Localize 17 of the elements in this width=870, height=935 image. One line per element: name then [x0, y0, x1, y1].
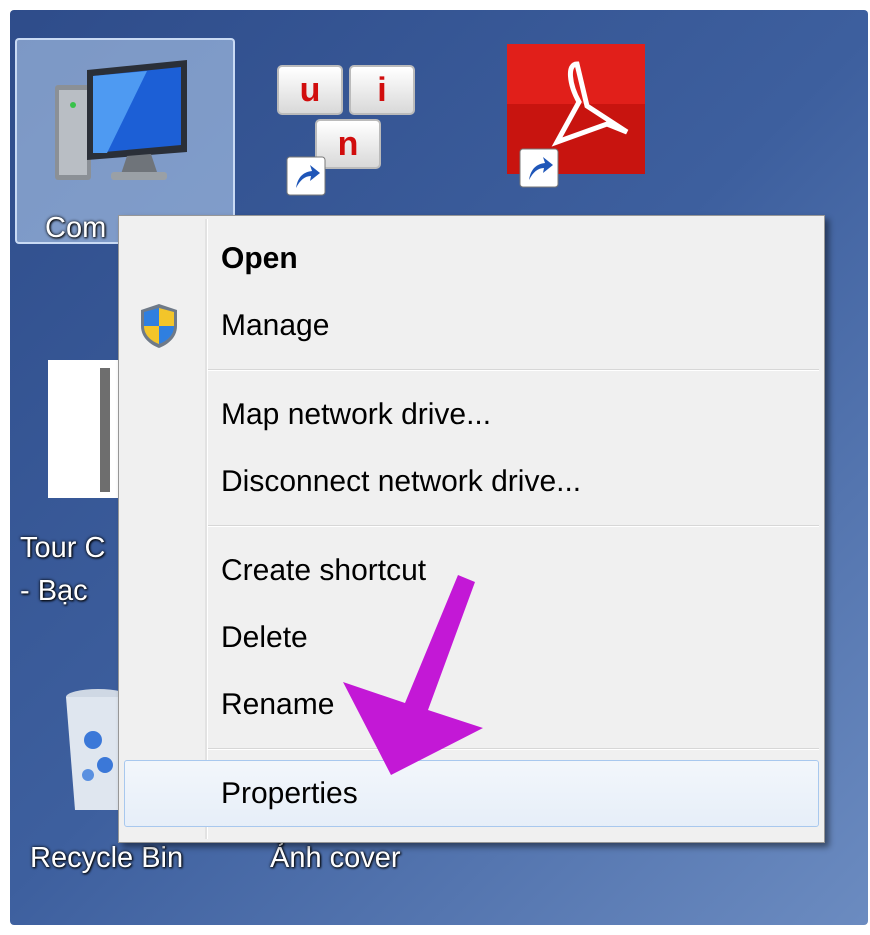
menu-item[interactable]: Map network drive...: [124, 381, 819, 448]
key-letter: u: [277, 65, 343, 115]
icon-label: Tour C: [20, 531, 106, 566]
menu-item[interactable]: Manage: [124, 292, 819, 359]
menu-item[interactable]: Delete: [124, 604, 819, 671]
document-thumbnail-icon[interactable]: [48, 360, 118, 500]
keyboard-keys-icon[interactable]: u i n: [277, 65, 422, 185]
menu-item[interactable]: Create shortcut: [124, 537, 819, 604]
menu-item[interactable]: Properties: [124, 760, 819, 827]
menu-item[interactable]: Disconnect network drive...: [124, 448, 819, 515]
key-letter: n: [315, 119, 381, 169]
icon-label: - Bạc: [20, 574, 88, 609]
icon-label: Com: [45, 211, 106, 246]
menu-item[interactable]: Rename: [124, 671, 819, 738]
icon-label: Ảnh cover: [270, 841, 401, 876]
icon-label: Recycle Bin: [30, 841, 184, 876]
key-letter: i: [349, 65, 415, 115]
